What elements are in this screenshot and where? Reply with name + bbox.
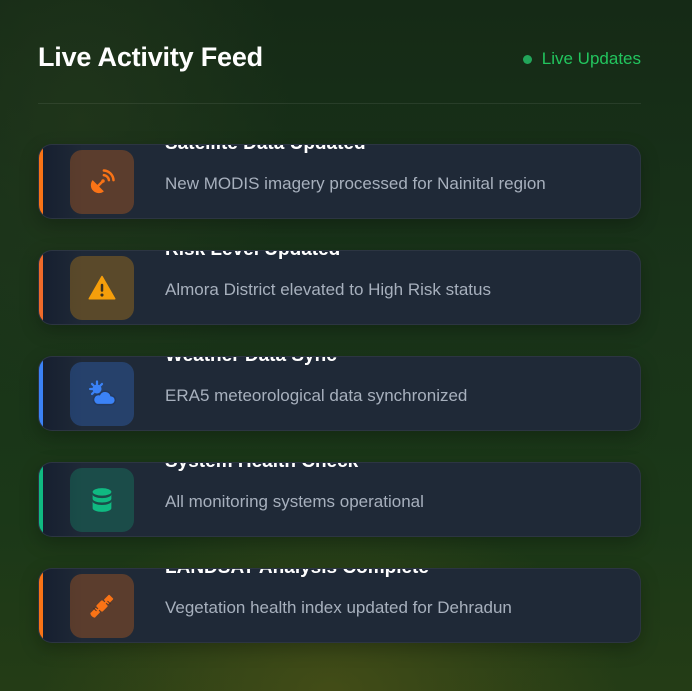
activity-icon-box	[70, 574, 134, 638]
activity-description: New MODIS imagery processed for Nainital…	[165, 174, 546, 193]
warning-triangle-icon	[88, 275, 116, 300]
page-title: Live Activity Feed	[38, 42, 263, 72]
activity-icon-box	[70, 468, 134, 532]
activity-icon-box	[70, 256, 134, 320]
cloud-sun-icon	[89, 380, 117, 406]
database-icon	[92, 488, 112, 512]
activity-item[interactable]: LANDSAT Analysis Complete	[38, 568, 641, 643]
activity-title: LANDSAT Analysis Complete	[165, 569, 429, 579]
activity-feed-panel: Live Activity Feed Live Updates Satellit…	[0, 0, 692, 691]
activity-item[interactable]: Weather Data Sync ERA5 meteorological da…	[38, 356, 641, 431]
live-dot-icon	[522, 54, 532, 64]
activity-item[interactable]: System Health Check All monitoring syste…	[38, 462, 641, 537]
activity-description: Vegetation health index updated for Dehr…	[165, 598, 512, 617]
activity-description: All monitoring systems operational	[165, 492, 424, 511]
feed-header: Live Activity Feed Live Updates	[38, 40, 641, 82]
header-divider	[38, 103, 641, 104]
activity-item[interactable]: Risk Level Updated Almora District eleva…	[38, 250, 641, 325]
activity-item[interactable]: Satellite Data Updated New MODIS imagery…	[38, 144, 641, 219]
satellite-icon	[90, 594, 114, 618]
activity-title: System Health Check	[165, 463, 358, 473]
live-updates-label: Live Updates	[541, 49, 641, 68]
activity-title: Weather Data Sync	[165, 357, 337, 367]
activity-description: Almora District elevated to High Risk st…	[165, 280, 491, 299]
activity-icon-box	[70, 150, 134, 214]
activity-icon-box	[70, 362, 134, 426]
activity-description: ERA5 meteorological data synchronized	[165, 386, 468, 405]
live-status-indicator: Live Updates	[522, 49, 641, 69]
activity-list: Satellite Data Updated New MODIS imagery…	[38, 144, 641, 674]
activity-title: Satellite Data Updated	[165, 145, 366, 155]
satellite-dish-icon	[90, 169, 115, 194]
activity-title: Risk Level Updated	[165, 251, 340, 261]
